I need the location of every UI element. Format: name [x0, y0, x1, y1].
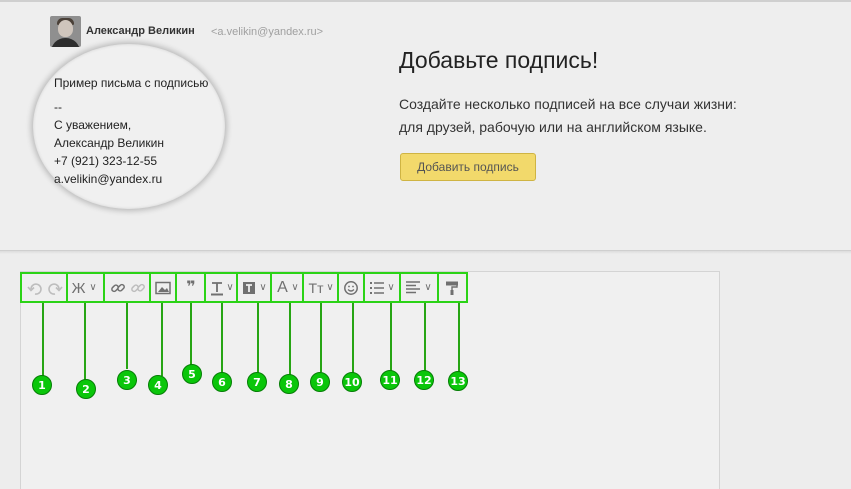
text-color-icon — [208, 277, 226, 299]
background-color-group[interactable]: ∨ — [236, 272, 272, 303]
link-icon[interactable] — [108, 277, 128, 299]
callout-badge-12: 12 — [414, 370, 434, 390]
callout-leader — [458, 303, 460, 372]
undo-icon[interactable] — [25, 277, 45, 299]
emoji-group[interactable] — [337, 272, 365, 303]
callout-leader — [352, 303, 354, 373]
callout-leader — [320, 303, 322, 372]
callout-leader — [42, 303, 44, 376]
callout-leader — [84, 303, 86, 380]
link-group — [103, 272, 151, 303]
bold-group[interactable]: Ж ∨ — [66, 272, 105, 303]
chevron-down-icon: ∨ — [89, 282, 97, 293]
callout-leader — [126, 303, 128, 369]
callout-badge-2: 2 — [76, 379, 96, 399]
callout-badge-11: 11 — [380, 370, 400, 390]
callout-badge-5: 5 — [182, 364, 202, 384]
align-group[interactable]: ∨ — [399, 272, 439, 303]
callout-badge-6: 6 — [212, 372, 232, 392]
chevron-down-icon: ∨ — [326, 282, 334, 293]
chevron-down-icon: ∨ — [291, 282, 299, 293]
undo-redo-group — [20, 272, 68, 303]
chevron-down-icon: ∨ — [387, 282, 395, 293]
font-group[interactable]: A ∨ — [270, 272, 304, 303]
redo-icon[interactable] — [45, 277, 65, 299]
callout-badge-9: 9 — [310, 372, 330, 392]
signature-phone: +7 (921) 323-12-55 — [54, 154, 158, 168]
quote-group[interactable]: ❞ — [175, 272, 206, 303]
bold-icon: Ж — [71, 279, 86, 297]
list-group[interactable]: ∨ — [363, 272, 401, 303]
sender-email: <a.velikin@yandex.ru> — [211, 26, 324, 38]
chevron-down-icon: ∨ — [424, 282, 432, 293]
callout-leader — [390, 303, 392, 371]
list-icon — [368, 277, 386, 299]
background-color-icon — [240, 277, 258, 299]
callout-leader — [257, 303, 259, 373]
promo-text-line-1: Создайте несколько подписей на все случа… — [399, 96, 737, 112]
font-size-icon: Тт — [308, 280, 324, 296]
image-icon — [153, 277, 173, 299]
callout-badge-3: 3 — [117, 370, 137, 390]
avatar-head — [58, 20, 73, 37]
sample-subject: Пример письма с подписью — [54, 76, 209, 90]
callout-badge-1: 1 — [32, 375, 52, 395]
font-size-group[interactable]: Тт ∨ — [302, 272, 339, 303]
chevron-down-icon: ∨ — [259, 282, 267, 293]
chevron-down-icon: ∨ — [226, 282, 234, 293]
add-signature-button[interactable]: Добавить подпись — [400, 153, 536, 181]
image-group[interactable] — [149, 272, 177, 303]
signature-greeting: С уважением, — [54, 118, 132, 132]
avatar — [50, 16, 81, 47]
format-painter-icon — [442, 277, 462, 299]
signature-email: a.velikin@yandex.ru — [54, 172, 163, 186]
format-painter-group[interactable] — [437, 272, 468, 303]
callout-leader — [221, 303, 223, 373]
promo-title: Добавьте подпись! — [399, 47, 599, 73]
signature-separator: -- — [54, 100, 62, 114]
sender-name: Александр Великин — [86, 25, 195, 37]
emoji-icon — [341, 277, 361, 299]
unlink-icon[interactable] — [128, 277, 148, 299]
font-icon: A — [277, 279, 288, 296]
callout-badge-4: 4 — [148, 375, 168, 395]
callout-badge-13: 13 — [448, 371, 468, 391]
avatar-shoulders — [51, 38, 80, 47]
callout-leader — [424, 303, 426, 371]
align-icon — [404, 277, 422, 299]
quote-icon: ❞ — [186, 279, 196, 296]
callout-badge-10: 10 — [342, 372, 362, 392]
callout-badge-7: 7 — [247, 372, 267, 392]
callout-leader — [190, 303, 192, 365]
signature-name: Александр Великин — [54, 136, 164, 150]
promo-text-line-2: для друзей, рабочую или на английском яз… — [399, 119, 707, 135]
callout-leader — [289, 303, 291, 375]
callout-leader — [161, 303, 163, 376]
callout-badge-8: 8 — [279, 374, 299, 394]
panel-shadow — [0, 251, 851, 254]
text-color-group[interactable]: ∨ — [204, 272, 238, 303]
